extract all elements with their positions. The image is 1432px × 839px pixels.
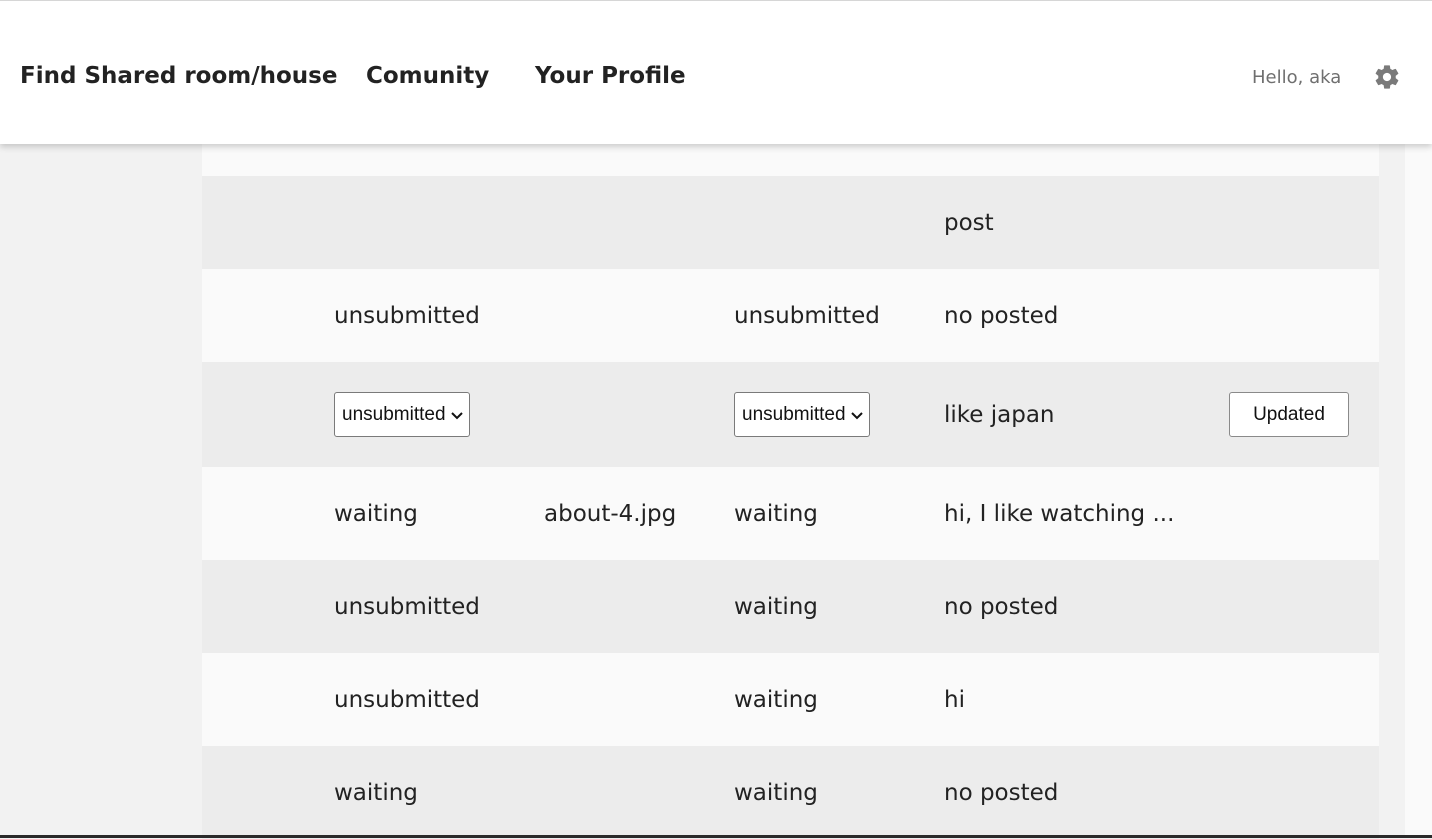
- status-cell: waiting: [334, 779, 418, 806]
- nav-community[interactable]: Comunity: [366, 63, 489, 89]
- message-cell: like japan: [944, 401, 1055, 428]
- gear-icon[interactable]: [1373, 63, 1401, 91]
- status-cell: waiting: [334, 500, 418, 527]
- status-cell: unsubmitted: [734, 302, 880, 329]
- message-cell: no posted: [944, 302, 1059, 329]
- status-cell: unsubmitted: [334, 686, 480, 713]
- table-row-editable: unsubmitted unsubmitted like japan Updat…: [202, 362, 1379, 467]
- status-cell: waiting: [734, 500, 818, 527]
- user-greeting: Hello, aka: [1252, 67, 1342, 88]
- applications-table: post unsubmitted unsubmitted no posted u…: [202, 110, 1379, 839]
- message-cell: no posted: [944, 593, 1059, 620]
- status-cell: waiting: [734, 686, 818, 713]
- updated-button[interactable]: Updated: [1229, 392, 1349, 437]
- nav-your-profile[interactable]: Your Profile: [535, 63, 686, 89]
- table-row: unsubmitted waiting hi: [202, 653, 1379, 746]
- table-row: waiting waiting no posted: [202, 746, 1379, 839]
- status-select-value: unsubmitted: [742, 403, 846, 425]
- status-cell: unsubmitted: [334, 593, 480, 620]
- table-row: post: [202, 176, 1379, 269]
- table-row: unsubmitted unsubmitted no posted: [202, 269, 1379, 362]
- message-cell: hi, I like watching ...: [944, 500, 1175, 527]
- nav-find-shared-room[interactable]: Find Shared room/house: [20, 63, 337, 89]
- chevron-down-icon: [850, 404, 863, 426]
- image-cell: about-4.jpg: [544, 500, 677, 527]
- status-select-value: unsubmitted: [342, 403, 446, 425]
- top-nav-bar: Find Shared room/house Comunity Your Pro…: [0, 1, 1432, 144]
- status-cell: waiting: [734, 779, 818, 806]
- status-select[interactable]: unsubmitted: [334, 392, 470, 437]
- chevron-down-icon: [450, 404, 463, 426]
- status-cell: unsubmitted: [334, 302, 480, 329]
- action-cell: Updated: [1229, 362, 1349, 467]
- window-top-border: [0, 0, 1432, 1]
- table-row: unsubmitted waiting no posted: [202, 560, 1379, 653]
- message-cell: no posted: [944, 779, 1059, 806]
- table-row: waiting about-4.jpg waiting hi, I like w…: [202, 467, 1379, 560]
- status-cell: waiting: [734, 593, 818, 620]
- status-select-cell: unsubmitted: [734, 362, 870, 467]
- status-select-cell: unsubmitted: [334, 362, 470, 467]
- message-cell: hi: [944, 686, 965, 713]
- status-select[interactable]: unsubmitted: [734, 392, 870, 437]
- message-cell: post: [944, 209, 994, 236]
